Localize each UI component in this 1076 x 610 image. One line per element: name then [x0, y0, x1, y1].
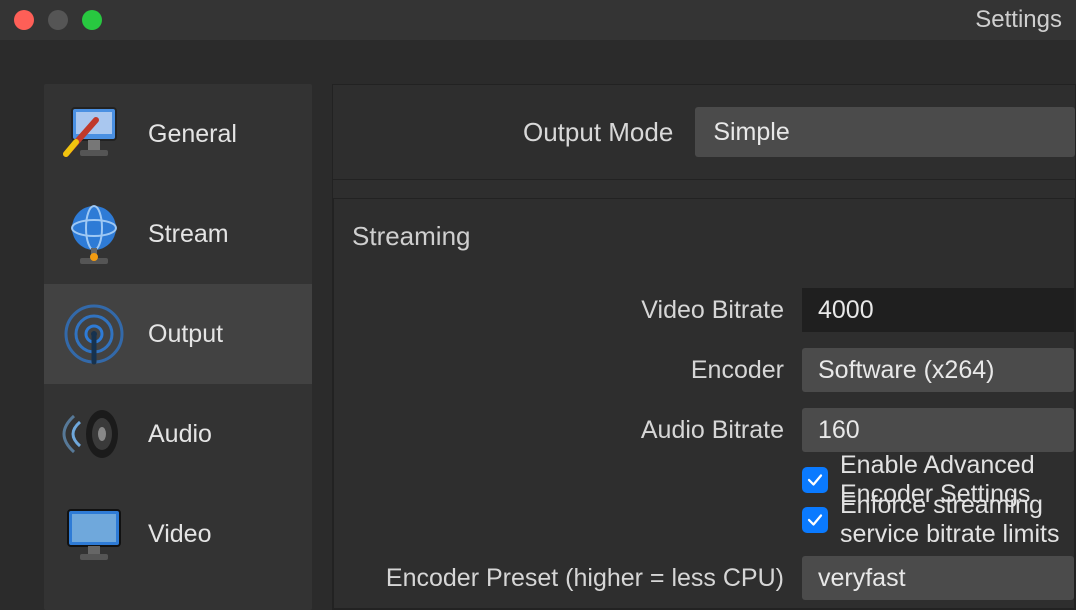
check-icon [806, 471, 824, 489]
enable-advanced-checkbox[interactable] [802, 467, 828, 493]
encoder-value: Software (x264) [818, 356, 994, 385]
window-title: Settings [975, 0, 1062, 40]
sidebar-item-label: Video [148, 520, 212, 549]
sidebar-item-output[interactable]: Output [44, 284, 312, 384]
encoder-preset-select[interactable]: veryfast [802, 556, 1074, 600]
enforce-streaming-checkbox[interactable] [802, 507, 828, 533]
settings-sidebar: General Stream [44, 84, 312, 610]
zoom-window-button[interactable] [82, 10, 102, 30]
sidebar-item-label: Output [148, 320, 223, 349]
encoder-select[interactable]: Software (x264) [802, 348, 1074, 392]
streaming-panel: Streaming Video Bitrate 4000 Encoder Sof… [333, 198, 1075, 609]
minimize-window-button[interactable] [48, 10, 68, 30]
sidebar-item-label: Stream [148, 220, 229, 249]
encoder-preset-value: veryfast [818, 564, 906, 593]
window-controls [14, 10, 102, 30]
monitor-icon [58, 498, 130, 570]
output-mode-select[interactable]: Simple [695, 107, 1075, 157]
audio-bitrate-value: 160 [818, 416, 860, 445]
settings-general-icon [58, 98, 130, 170]
sidebar-item-audio[interactable]: Audio [44, 384, 312, 484]
video-bitrate-value: 4000 [818, 296, 874, 325]
encoder-label: Encoder [334, 356, 784, 385]
audio-bitrate-label: Audio Bitrate [334, 416, 784, 445]
check-icon [806, 511, 824, 529]
close-window-button[interactable] [14, 10, 34, 30]
sidebar-item-label: Audio [148, 420, 212, 449]
output-mode-value: Simple [713, 118, 789, 147]
video-bitrate-label: Video Bitrate [334, 296, 784, 325]
broadcast-icon [58, 298, 130, 370]
video-bitrate-input[interactable]: 4000 [802, 288, 1074, 332]
audio-bitrate-select[interactable]: 160 [802, 408, 1074, 452]
sidebar-item-label: General [148, 120, 237, 149]
sidebar-item-general[interactable]: General [44, 84, 312, 184]
globe-icon [58, 198, 130, 270]
sidebar-item-video[interactable]: Video [44, 484, 312, 584]
titlebar: Settings [0, 0, 1076, 40]
settings-main: Output Mode Simple Streaming Video Bitra… [332, 84, 1076, 610]
speaker-icon [58, 398, 130, 470]
output-mode-row: Output Mode Simple [333, 85, 1075, 180]
encoder-preset-label: Encoder Preset (higher = less CPU) [334, 564, 784, 593]
enforce-streaming-label: Enforce streaming service bitrate limits [840, 491, 1074, 549]
streaming-section-title: Streaming [334, 221, 1074, 280]
output-mode-label: Output Mode [523, 117, 673, 148]
sidebar-item-stream[interactable]: Stream [44, 184, 312, 284]
